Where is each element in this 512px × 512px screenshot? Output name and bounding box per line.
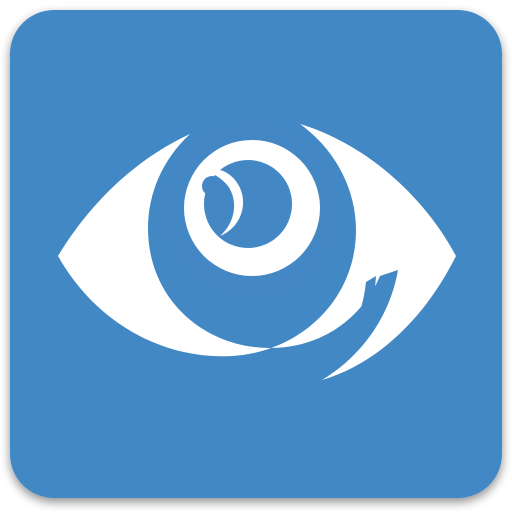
highlight-notch bbox=[202, 176, 222, 196]
eye-app-icon[interactable] bbox=[0, 0, 512, 512]
app-icon-canvas bbox=[0, 0, 512, 512]
